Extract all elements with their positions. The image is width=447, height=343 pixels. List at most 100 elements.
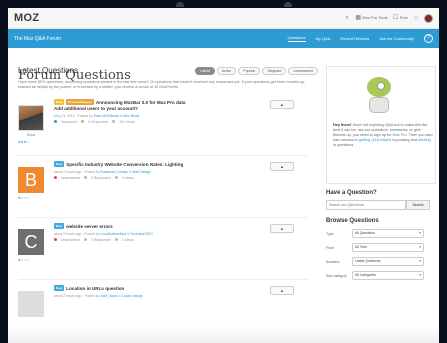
chevron-down-icon: ▾	[419, 231, 421, 235]
nav-free[interactable]: ☐ Free	[393, 15, 408, 21]
rating-dots: ● ○ ○ ○	[18, 194, 29, 200]
type-select[interactable]: All Questions ▾	[352, 229, 424, 238]
thumbs-up-icon: ▲	[280, 101, 284, 107]
bell-icon[interactable]: ⌂	[413, 15, 419, 21]
tag-new: New	[54, 160, 65, 167]
views-icon	[114, 238, 118, 242]
moz-pro-link[interactable]: Moz Pro	[393, 133, 407, 137]
discussion-icon	[54, 120, 57, 124]
grid-icon: ▦	[355, 15, 362, 21]
tab-my-qa[interactable]: My Q&A	[316, 36, 331, 41]
filter-latest[interactable]: Latest	[195, 66, 215, 75]
question-title[interactable]: New Specific Industry Website Conversion …	[54, 160, 254, 168]
list-item: B ● ○ ○ ○ New Specific Industry Website C…	[18, 160, 318, 218]
category-link[interactable]: Technical SEO	[131, 232, 153, 236]
question-stats: Discussion 6 Responses 342 Views	[54, 120, 254, 124]
top-bar: MOZ ⌕ ▦ Moz Pro Tools ☐ Free ⌂	[8, 8, 439, 29]
user-avatar[interactable]	[18, 290, 44, 317]
qa-help-link[interactable]: getting Q&A helpful	[359, 138, 392, 142]
thumbs-up-button[interactable]: ▲	[270, 99, 294, 109]
tab-ask-community[interactable]: Ask the Community	[379, 36, 414, 41]
question-filters: Latest Active Popular Stagnant Unanswere…	[195, 66, 318, 75]
user-avatar[interactable]: C	[18, 228, 44, 255]
responses-icon	[84, 238, 88, 242]
views-icon	[114, 176, 118, 180]
question-title[interactable]: New website server errors	[54, 222, 254, 230]
author-link[interactable]: Erica McGillivray	[94, 114, 119, 118]
tag-product-support: Product Support	[66, 98, 94, 105]
question-meta: May 21, 2015 · Posted by Erica McGillivr…	[54, 113, 140, 118]
qa-brand[interactable]: The Moz Q&A Forum	[14, 36, 61, 42]
search-icon[interactable]: ⌕	[344, 15, 350, 21]
user-avatar[interactable]: B	[18, 166, 44, 193]
rating-dots: ● ○ ○ ○	[18, 256, 29, 262]
thumbs-up-button[interactable]: ▲	[270, 285, 294, 295]
subcategory-select[interactable]: All Categories ▾	[352, 271, 424, 280]
thumbs-up-icon: ▲	[280, 287, 284, 293]
divider	[18, 154, 308, 156]
thumbs-up-button[interactable]: ▲	[270, 223, 294, 233]
section-heading: Latest Questions	[18, 66, 79, 75]
responses-icon	[81, 120, 85, 124]
tag-new: New	[54, 222, 65, 229]
username[interactable]: Erica	[18, 133, 44, 137]
tab-questions[interactable]: Questions	[287, 35, 306, 42]
filter-label: Type	[326, 231, 334, 236]
avatar[interactable]	[424, 13, 433, 23]
moz-logo[interactable]: MOZ	[14, 12, 39, 24]
author-link[interactable]: Jake_Noon	[100, 294, 117, 298]
question-meta: about 2 hours ago · Posted by LocalAdvis…	[54, 231, 153, 236]
filter-label: Answers	[326, 259, 340, 264]
have-question-heading: Have a Question?	[326, 190, 377, 196]
filter-label: Sub category	[326, 273, 347, 278]
user-icon: ☐	[392, 15, 399, 21]
roger-robot-icon	[361, 77, 397, 117]
browse-heading: Browse Questions	[326, 218, 379, 224]
divider	[18, 216, 308, 218]
filter-popular[interactable]: Popular	[238, 66, 261, 75]
category-link[interactable]: Local Listings	[122, 294, 143, 298]
author-link[interactable]: LocalAdvisorMoz	[100, 232, 126, 236]
author-link[interactable]: Bradshaw_Design	[100, 170, 128, 174]
list-item: Erica ● ● ● ○ New Product Support Announci…	[18, 98, 318, 156]
search-button[interactable]: Search	[406, 200, 430, 210]
list-item: C ● ○ ○ ○ New website server errors about…	[18, 222, 318, 280]
question-title[interactable]: New Location in URLs question	[54, 284, 254, 292]
question-stats: Unanswered 0 Responses 4 Views	[54, 176, 254, 180]
filter-stagnant[interactable]: Stagnant	[262, 66, 287, 75]
chevron-down-icon: ▾	[419, 245, 421, 249]
camera-icon	[284, 2, 292, 7]
camera-icon	[176, 2, 184, 7]
user-photo[interactable]	[18, 104, 44, 131]
tag-new: New	[54, 98, 65, 105]
browser-screen: MOZ ⌕ ▦ Moz Pro Tools ☐ Free ⌂ The Moz Q…	[8, 8, 439, 343]
chevron-down-icon: ▾	[419, 273, 421, 277]
from-select[interactable]: All Time ▾	[352, 243, 424, 252]
sidebar: Hey there! Have not exploring Q&A but to…	[326, 66, 436, 280]
filter-label: From	[326, 245, 335, 250]
sticking-link[interactable]: sticking	[418, 138, 431, 142]
thumbs-up-button[interactable]: ▲	[270, 161, 294, 171]
unanswered-icon	[54, 238, 57, 242]
section-intro: Have more SEO questions, answering quest…	[18, 80, 306, 90]
thumbs-up-icon: ▲	[280, 225, 284, 231]
welcome-text: Hey there! Have not exploring Q&A but to…	[333, 123, 433, 147]
help-icon[interactable]: ?	[424, 34, 433, 43]
tab-recent-reviews[interactable]: Recent Reviews	[340, 36, 369, 41]
nav-pro-tools[interactable]: ▦ Moz Pro Tools	[355, 15, 387, 21]
welcome-box: Hey there! Have not exploring Q&A but to…	[326, 66, 436, 184]
browse-questions: Browse Questions Type All Questions ▾ From…	[326, 218, 436, 280]
views-icon	[112, 120, 116, 124]
question-stats: Unanswered 0 Responses 3 Views	[54, 238, 254, 242]
filter-unanswered[interactable]: Unanswered	[288, 66, 318, 75]
have-a-question: Have a Question? Search	[326, 190, 436, 210]
question-title[interactable]: New Product Support Announcing MozBar 3.0 …	[54, 98, 254, 112]
qa-nav-bar: The Moz Q&A Forum Questions My Q&A Recen…	[8, 29, 439, 48]
answers-select[interactable]: Latest Questions ▾	[352, 257, 424, 266]
category-link[interactable]: Moz News	[123, 114, 139, 118]
category-link[interactable]: Web Design	[132, 170, 150, 174]
qa-search-input[interactable]	[326, 200, 406, 210]
responses-icon	[84, 176, 88, 180]
filter-active[interactable]: Active	[216, 66, 237, 75]
tag-new: New	[54, 284, 65, 291]
